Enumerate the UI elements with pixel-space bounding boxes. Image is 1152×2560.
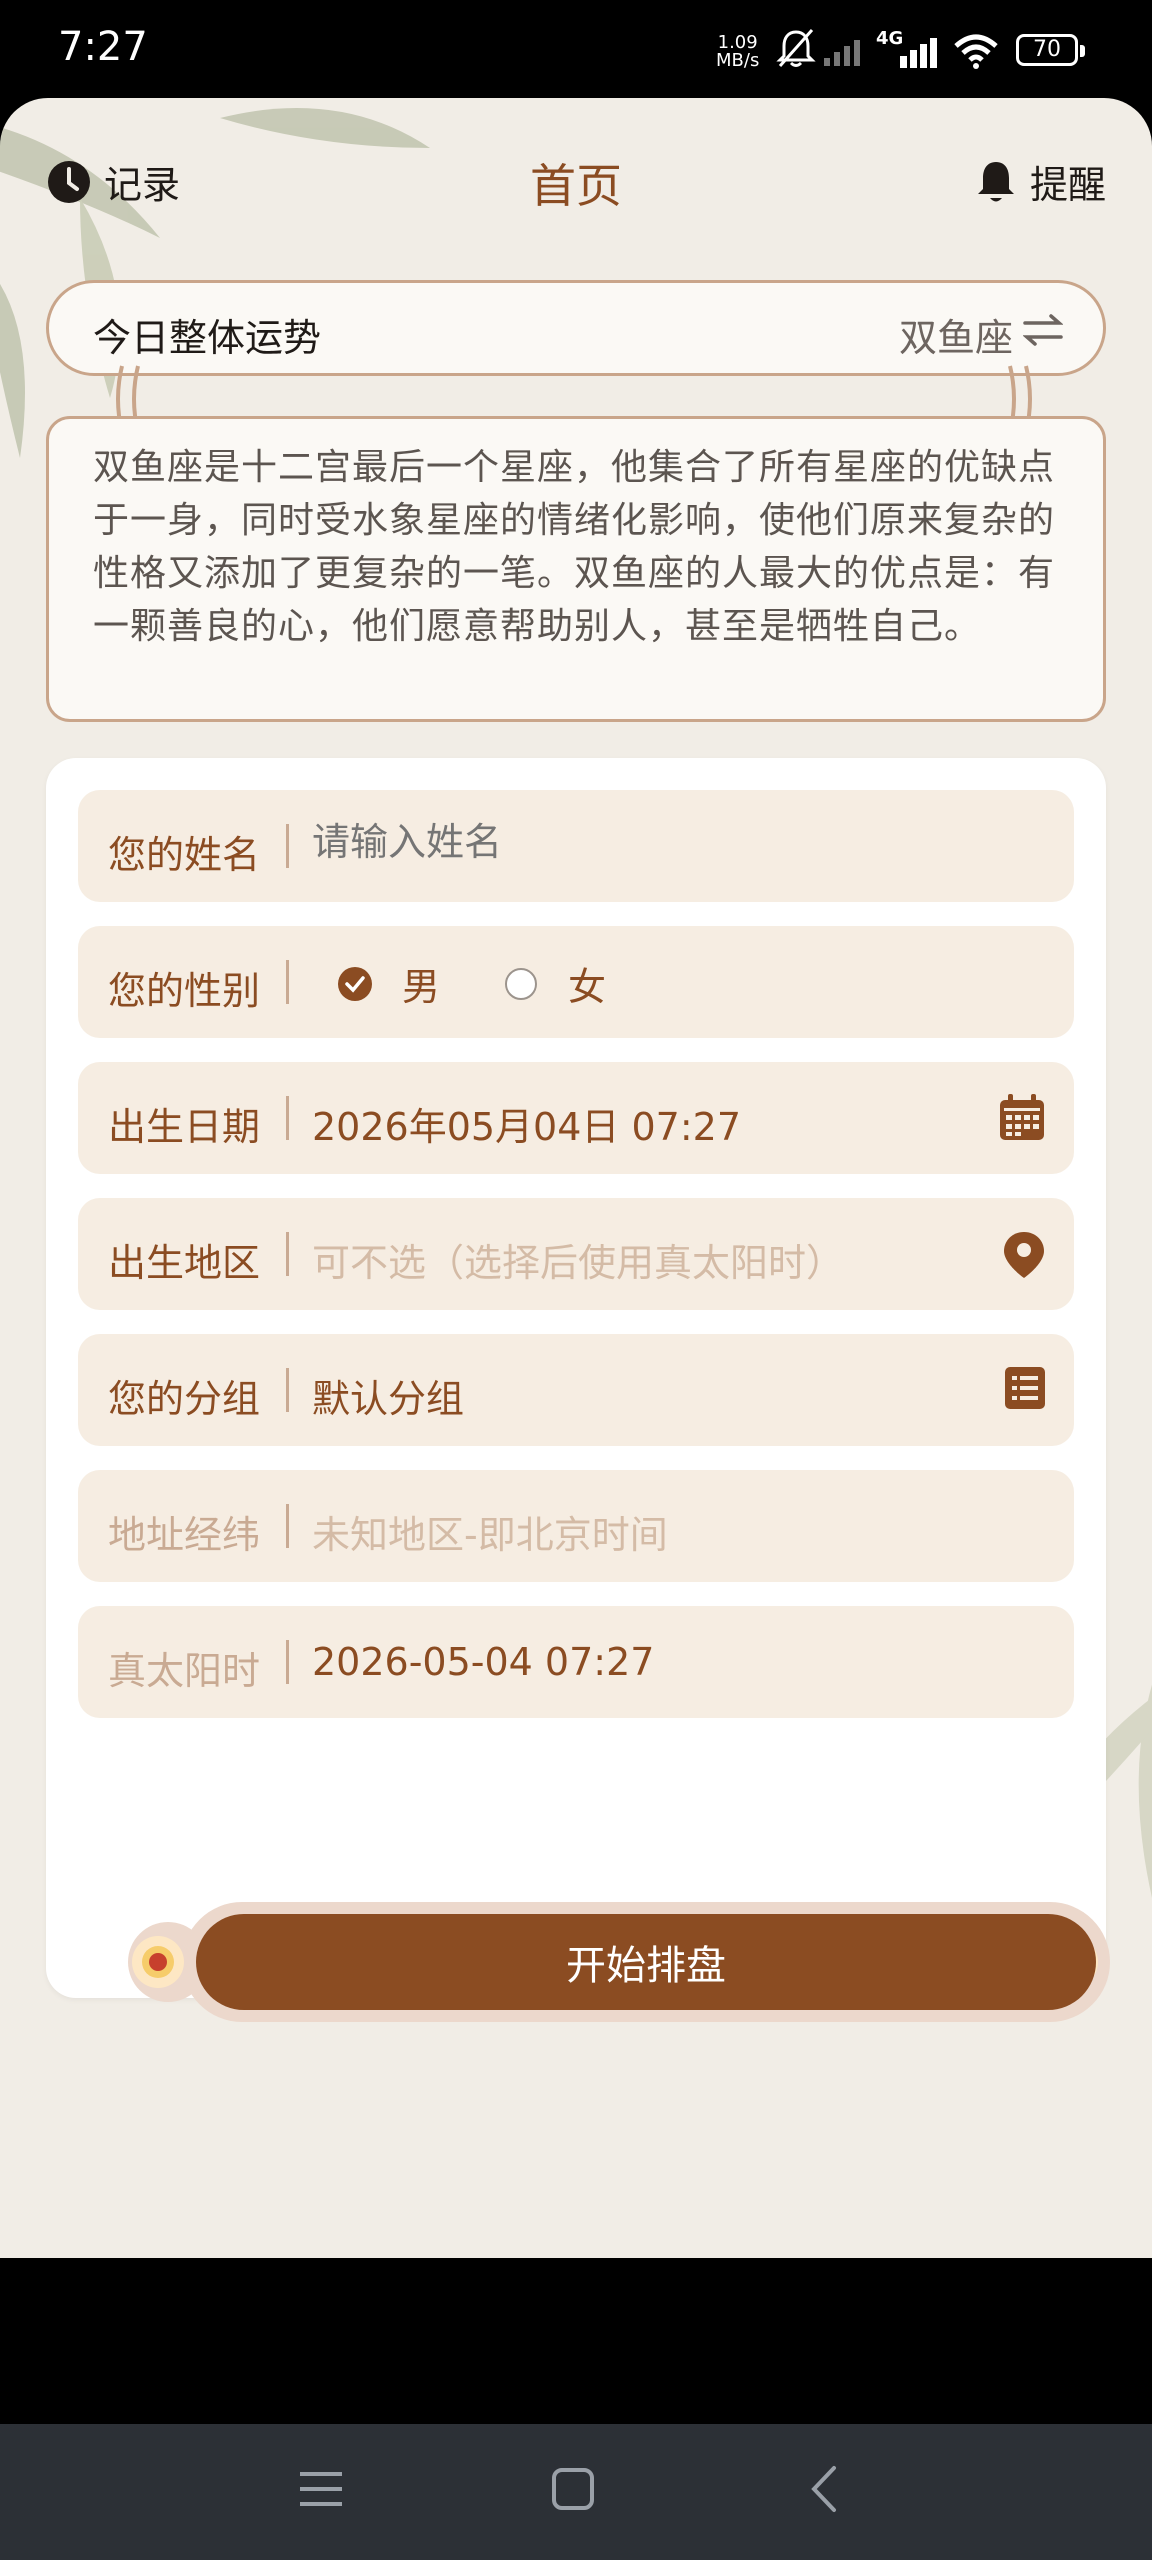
battery-indicator: 70: [1016, 34, 1085, 66]
birth-date-row[interactable]: 出生日期 2026年05月04日 07:27: [78, 1062, 1074, 1174]
field-divider: [286, 1504, 289, 1548]
field-divider: [286, 960, 289, 1004]
system-nav-bar: [0, 2424, 1152, 2560]
true-solar-time-row: 真太阳时 2026-05-04 07:27: [78, 1606, 1074, 1718]
gender-option-female[interactable]: 女: [504, 956, 606, 1011]
gender-label: 您的性别: [108, 969, 261, 1013]
reminder-button[interactable]: 提醒: [976, 154, 1106, 209]
gender-radio-group: 男 女: [338, 956, 670, 1011]
list-icon[interactable]: [1004, 1366, 1046, 1410]
birth-region-placeholder: 可不选（选择后使用真太阳时）: [312, 1241, 845, 1285]
field-divider: [286, 1096, 289, 1140]
group-value: 默认分组: [312, 1377, 465, 1421]
signal-weak-icon: [824, 40, 860, 66]
birth-region-label: 出生地区: [108, 1241, 261, 1285]
name-input[interactable]: [312, 820, 1052, 864]
birth-info-form: 您的姓名 您的性别 男 女: [46, 758, 1110, 2022]
status-bar: 7:27 1.09 MB/s 4G 70: [0, 0, 1152, 100]
true-solar-time-value: 2026-05-04 07:27: [312, 1640, 655, 1684]
name-label: 您的姓名: [108, 833, 261, 877]
start-button-wrap: 开始排盘: [126, 1902, 1110, 2022]
app-header: 记录 首页 提醒: [0, 98, 1152, 258]
field-divider: [286, 824, 289, 868]
group-label: 您的分组: [108, 1377, 261, 1421]
group-row[interactable]: 您的分组 默认分组: [78, 1334, 1074, 1446]
birth-date-label: 出生日期: [108, 1105, 261, 1149]
net-speed-unit: MB/s: [716, 50, 760, 71]
coordinates-label: 地址经纬: [108, 1513, 261, 1557]
start-chart-button[interactable]: 开始排盘: [196, 1914, 1096, 2010]
menu-icon[interactable]: [296, 2464, 346, 2514]
app-surface: 记录 首页 提醒 今日整体运势 双鱼座 双鱼座是十二宫最后一个星座，他集合了所有…: [0, 98, 1152, 2258]
radio-unchecked-icon: [505, 967, 538, 1000]
back-icon[interactable]: [800, 2464, 850, 2514]
fortune-description: 双鱼座是十二宫最后一个星座，他集合了所有星座的优缺点于一身，同时受水象星座的情绪…: [93, 447, 1056, 647]
name-row: 您的姓名: [78, 790, 1074, 902]
signal-strong-icon: [900, 38, 937, 68]
birth-region-row[interactable]: 出生地区 可不选（选择后使用真太阳时）: [78, 1198, 1074, 1310]
calendar-icon[interactable]: [998, 1094, 1046, 1142]
location-pin-icon[interactable]: [1002, 1230, 1046, 1280]
swap-icon[interactable]: [1023, 313, 1063, 347]
status-time: 7:27: [58, 24, 148, 70]
daily-fortune-bar[interactable]: 今日整体运势 双鱼座: [46, 280, 1106, 376]
reminder-label: 提醒: [1029, 163, 1106, 207]
true-solar-time-label: 真太阳时: [108, 1649, 261, 1693]
gender-male-label: 男: [402, 965, 441, 1009]
birth-date-value: 2026年05月04日 07:27: [312, 1105, 742, 1149]
wifi-icon: [954, 34, 998, 69]
gender-row: 您的性别 男 女: [78, 926, 1074, 1038]
field-divider: [286, 1232, 289, 1276]
field-divider: [286, 1368, 289, 1412]
zodiac-sign: 双鱼座: [898, 316, 1013, 360]
bell-icon: [977, 161, 1014, 201]
fortune-description-box: 双鱼座是十二宫最后一个星座，他集合了所有星座的优缺点于一身，同时受水象星座的情绪…: [46, 416, 1106, 722]
gender-female-label: 女: [568, 965, 607, 1009]
daily-fortune-title: 今日整体运势: [93, 316, 322, 360]
radio-checked-icon: [338, 966, 372, 1001]
coordinates-value: 未知地区-即北京时间: [312, 1513, 668, 1557]
coordinates-row: 地址经纬 未知地区-即北京时间: [78, 1470, 1074, 1582]
field-divider: [286, 1640, 289, 1684]
home-nav-icon[interactable]: [548, 2464, 598, 2514]
mute-notification-icon: [776, 29, 816, 67]
gender-option-male[interactable]: 男: [338, 956, 440, 1011]
net-speed: 1.09 MB/s: [716, 34, 759, 70]
